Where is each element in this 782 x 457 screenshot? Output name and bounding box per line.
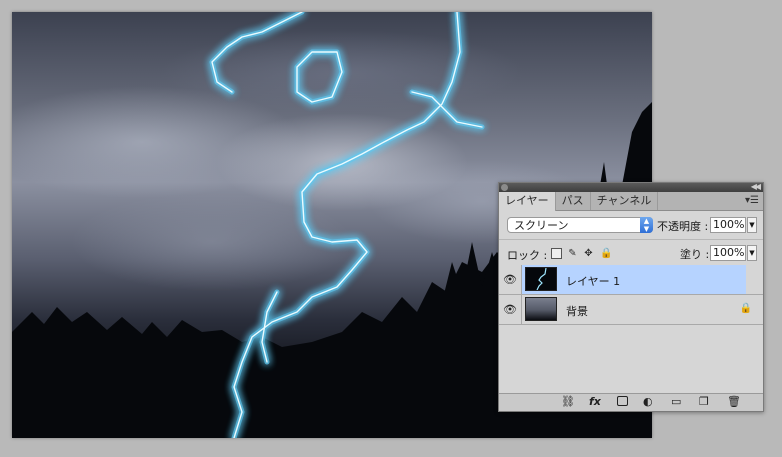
visibility-eye-icon[interactable]: 👁 (499, 265, 522, 294)
lock-label: ロック : (507, 249, 548, 262)
folder-icon[interactable]: ▭ (671, 396, 681, 408)
opacity-input[interactable]: 100% (710, 217, 746, 233)
panel-tabs: レイヤー パス チャンネル ▾☰ (499, 192, 763, 211)
trash-icon[interactable]: 🗑 (727, 396, 741, 408)
layer-row-background[interactable]: 👁 背景 🔒 (499, 295, 763, 325)
opacity-label: 不透明度 : (657, 220, 709, 233)
panel-menu-icon[interactable]: ▾☰ (745, 195, 759, 207)
fill-dropdown-icon[interactable]: ▼ (747, 245, 757, 261)
panel-close-icon[interactable] (501, 184, 508, 191)
lock-pixels-brush-icon[interactable]: ✎ (567, 248, 578, 259)
blend-mode-arrow-icon: ▲ ▼ (640, 217, 653, 233)
link-icon[interactable]: ⛓ (561, 396, 575, 408)
tab-paths[interactable]: パス (556, 192, 591, 210)
visibility-eye-icon[interactable]: 👁 (499, 295, 522, 324)
blend-mode-value: スクリーン (514, 219, 569, 232)
layer-name: レイヤー 1 (566, 275, 621, 288)
lock-position-move-icon[interactable]: ✥ (583, 248, 594, 259)
fill-label: 塗り : (680, 248, 710, 261)
fx-icon[interactable]: fx (589, 396, 601, 408)
panel-footer: ⛓ fx ◐ ▭ ❐ 🗑 (499, 393, 763, 411)
layer-thumbnail (525, 267, 557, 291)
lock-transparency-icon[interactable] (551, 248, 562, 259)
layer-thumbnail (525, 297, 557, 321)
layers-panel: ◀◀ レイヤー パス チャンネル ▾☰ スクリーン ▲ ▼ 不透明度 : 100%… (498, 182, 764, 412)
layers-list: 👁 レイヤー 1 👁 背景 🔒 (499, 265, 763, 393)
panel-collapse-icon[interactable]: ◀◀ (751, 182, 761, 192)
opacity-dropdown-icon[interactable]: ▼ (747, 217, 757, 233)
layer-row-layer1[interactable]: 👁 レイヤー 1 (499, 265, 763, 295)
layer-name: 背景 (566, 305, 588, 318)
blend-mode-select[interactable]: スクリーン ▲ ▼ (507, 217, 653, 233)
mask-icon[interactable] (617, 396, 628, 406)
adjustment-icon[interactable]: ◐ (643, 396, 653, 408)
fill-input[interactable]: 100% (710, 245, 746, 261)
new-layer-icon[interactable]: ❐ (699, 396, 709, 408)
panel-titlebar[interactable]: ◀◀ (499, 182, 763, 192)
layer-lock-icon: 🔒 (739, 303, 752, 314)
lock-all-icon[interactable]: 🔒 (600, 248, 612, 259)
tab-channels[interactable]: チャンネル (591, 192, 659, 210)
tab-layers[interactable]: レイヤー (499, 192, 556, 211)
